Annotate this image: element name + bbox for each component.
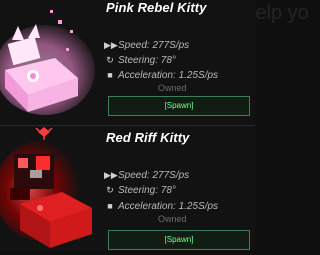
vehicle-name: Red Riff Kitty: [106, 130, 190, 145]
vehicle-card-pink-rebel-kitty: Pink Rebel Kitty ▶▶Speed: 277S/ps ↻ Steer…: [0, 0, 255, 125]
steering-value: Steering: 78°: [118, 55, 176, 66]
vehicle-thumbnail-red: [0, 126, 100, 251]
spawn-button[interactable]: [Spawn]: [108, 96, 250, 116]
steering-value: Steering: 78°: [118, 185, 176, 196]
fast-forward-icon: ▶▶: [104, 40, 118, 50]
acceleration-stat: ■ Acceleration: 1.25S/ps: [104, 201, 218, 212]
steering-stat: ↻ Steering: 78°: [104, 185, 176, 196]
acceleration-value: Acceleration: 1.25S/ps: [118, 70, 219, 81]
speed-stat: ▶▶Speed: 277S/ps: [104, 170, 189, 181]
stop-square-icon: ■: [107, 201, 113, 211]
speed-value: Speed: 277S/ps: [118, 40, 190, 51]
vehicle-card-red-riff-kitty: Red Riff Kitty ▶▶Speed: 277S/ps ↻ Steerin…: [0, 126, 255, 251]
vehicle-name: Pink Rebel Kitty: [106, 0, 207, 15]
steering-stat: ↻ Steering: 78°: [104, 55, 176, 66]
acceleration-value: Acceleration: 1.25S/ps: [118, 201, 219, 212]
steering-icon: ↻: [106, 185, 114, 195]
speed-stat: ▶▶Speed: 277S/ps: [104, 40, 189, 51]
owned-label: Owned: [158, 83, 187, 93]
fast-forward-icon: ▶▶: [104, 170, 118, 180]
spawn-button[interactable]: [Spawn]: [108, 230, 250, 250]
vehicle-thumbnail-pink: [0, 0, 100, 125]
speed-value: Speed: 277S/ps: [118, 170, 190, 181]
acceleration-stat: ■ Acceleration: 1.25S/ps: [104, 70, 218, 81]
steering-icon: ↻: [106, 55, 114, 65]
stop-square-icon: ■: [107, 70, 113, 80]
owned-label: Owned: [158, 214, 187, 224]
